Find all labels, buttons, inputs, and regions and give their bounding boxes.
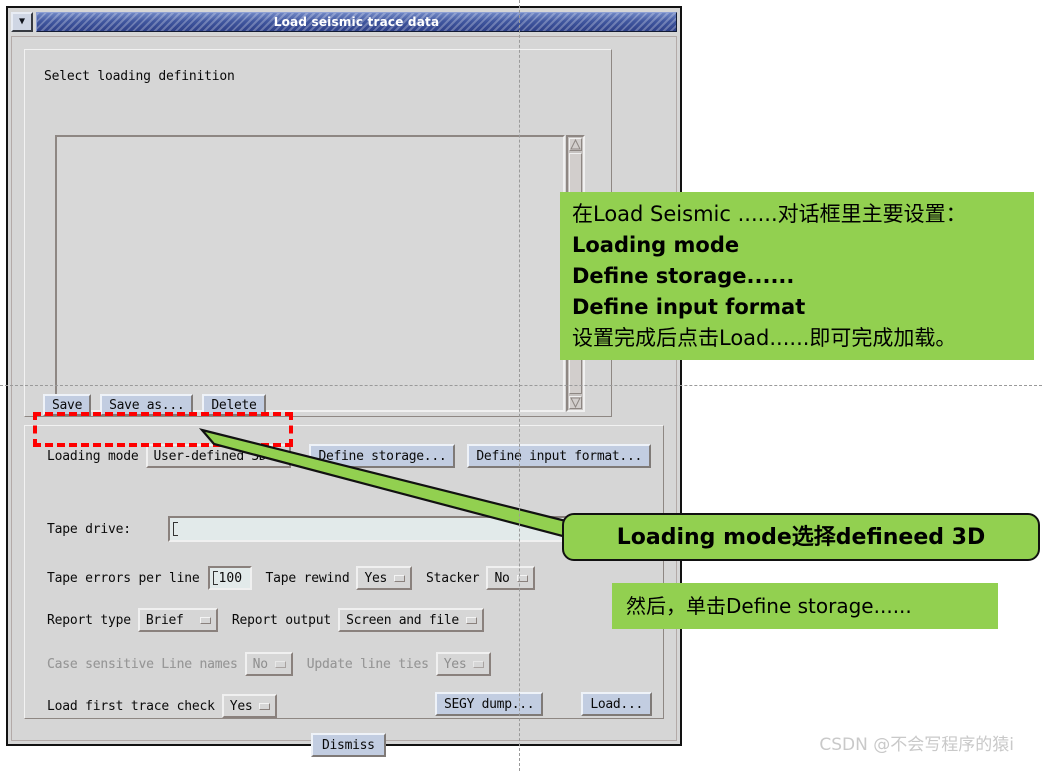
loading-mode-label: Loading mode — [47, 448, 139, 464]
loading-mode-annotation-bubble: Loading mode选择defineed 3D — [562, 513, 1040, 561]
loading-mode-option-menu[interactable]: User-defined 3D — [145, 444, 292, 468]
tape-rewind-label: Tape rewind — [265, 570, 350, 586]
line-name-settings-row: Case sensitive Line names No Update line… — [47, 652, 492, 676]
option-menu-indicator-icon — [259, 702, 271, 710]
update-line-ties-value: Yes — [443, 656, 467, 672]
load-first-trace-check-value: Yes — [229, 698, 253, 714]
main-annotation-note: 在Load Seismic ......对话框里主要设置： Loading mo… — [560, 192, 1034, 360]
loading-definition-list[interactable] — [55, 135, 565, 412]
option-menu-indicator-icon — [199, 616, 211, 624]
report-output-option-menu[interactable]: Screen and file — [338, 608, 484, 632]
load-first-trace-row: Load first trace check Yes — [47, 694, 278, 718]
tape-errors-per-line-label: Tape errors per line — [47, 570, 200, 586]
save-button[interactable]: Save — [43, 394, 92, 416]
csdn-watermark: CSDN @不会写程序的猿i — [819, 735, 1014, 755]
title-bar: ▼ Load seismic trace data — [11, 11, 677, 33]
loading-mode-value: User-defined 3D — [153, 448, 267, 464]
stacker-label: Stacker — [426, 570, 480, 586]
tape-errors-per-line-input[interactable]: 100 — [207, 566, 252, 590]
window-menu-button[interactable]: ▼ — [11, 12, 33, 32]
define-storage-button[interactable]: Define storage... — [309, 444, 456, 468]
delete-button[interactable]: Delete — [202, 394, 266, 416]
bubble-note-text: Loading mode选择defineed 3D — [616, 524, 986, 550]
horizontal-guide-line — [0, 385, 1042, 386]
action-buttons-row: SEGY dump... Load... — [435, 692, 653, 716]
report-type-value: Brief — [145, 612, 184, 628]
case-sensitive-line-names-value: No — [252, 656, 268, 672]
dismiss-button[interactable]: Dismiss — [311, 733, 386, 757]
define-storage-annotation-note: 然后，单击Define storage...... — [612, 583, 998, 629]
segy-dump-button[interactable]: SEGY dump... — [435, 692, 544, 716]
report-output-label: Report output — [231, 612, 332, 628]
main-note-line-4: Define input format — [572, 294, 806, 319]
tape-drive-label: Tape drive: — [47, 522, 131, 537]
text-caret-icon — [173, 522, 178, 536]
selection-panel: Select loading definition — [24, 49, 612, 417]
screenshot-root: ▼ Load seismic trace data Select loading… — [0, 0, 1042, 771]
option-menu-indicator-icon — [473, 660, 485, 668]
stacker-value: No — [494, 570, 510, 586]
chevron-down-icon: ▼ — [18, 16, 26, 27]
stacker-option-menu[interactable]: No — [486, 566, 535, 590]
scroll-up-icon[interactable] — [569, 138, 582, 151]
window-title: Load seismic trace data — [273, 15, 440, 29]
title-bar-strip[interactable]: Load seismic trace data — [36, 12, 677, 32]
definition-buttons-row: Save Save as... Delete — [43, 394, 266, 416]
footer-row: Dismiss — [311, 733, 386, 757]
report-settings-row: Report type Brief Report output Screen a… — [47, 608, 484, 632]
define-input-format-button[interactable]: Define input format... — [467, 444, 651, 468]
dialog-client-area: Select loading definition Save Save as..… — [11, 36, 677, 757]
option-menu-indicator-icon — [465, 616, 477, 624]
option-menu-indicator-icon — [273, 452, 285, 460]
report-output-value: Screen and file — [346, 612, 459, 628]
load-first-trace-check-label: Load first trace check — [47, 698, 215, 714]
text-caret-icon — [212, 571, 218, 585]
update-line-ties-option-menu: Yes — [435, 652, 492, 676]
tape-errors-per-line-value: 100 — [218, 570, 243, 586]
load-first-trace-check-option-menu[interactable]: Yes — [221, 694, 278, 718]
option-menu-indicator-icon — [274, 660, 286, 668]
report-type-option-menu[interactable]: Brief — [137, 608, 218, 632]
loading-mode-row: Loading mode User-defined 3D Define stor… — [47, 444, 651, 468]
select-loading-definition-label: Select loading definition — [44, 69, 235, 84]
save-as-button[interactable]: Save as... — [100, 394, 194, 416]
main-note-line-1: 在Load Seismic ......对话框里主要设置： — [572, 201, 967, 226]
tape-drive-row: Tape drive: — [47, 522, 131, 537]
load-options-panel: Loading mode User-defined 3D Define stor… — [24, 425, 668, 719]
option-menu-indicator-icon — [394, 574, 406, 582]
load-button[interactable]: Load... — [581, 692, 653, 716]
main-note-line-3: Define storage...... — [572, 263, 795, 288]
case-sensitive-line-names-label: Case sensitive Line names — [47, 656, 238, 672]
tape-settings-row: Tape errors per line 100 Tape rewind Yes… — [47, 566, 535, 590]
update-line-ties-label: Update line ties — [306, 656, 429, 672]
tape-rewind-value: Yes — [364, 570, 388, 586]
scroll-down-icon[interactable] — [569, 396, 582, 409]
case-sensitive-line-names-option-menu: No — [244, 652, 293, 676]
report-type-label: Report type — [47, 612, 131, 628]
main-note-line-2: Loading mode — [572, 232, 740, 257]
tape-rewind-option-menu[interactable]: Yes — [356, 566, 413, 590]
main-note-line-5: 设置完成后点击Load......即可完成加载。 — [572, 325, 957, 350]
second-note-text: 然后，单击Define storage...... — [626, 593, 912, 618]
load-seismic-trace-data-dialog: ▼ Load seismic trace data Select loading… — [6, 6, 682, 757]
